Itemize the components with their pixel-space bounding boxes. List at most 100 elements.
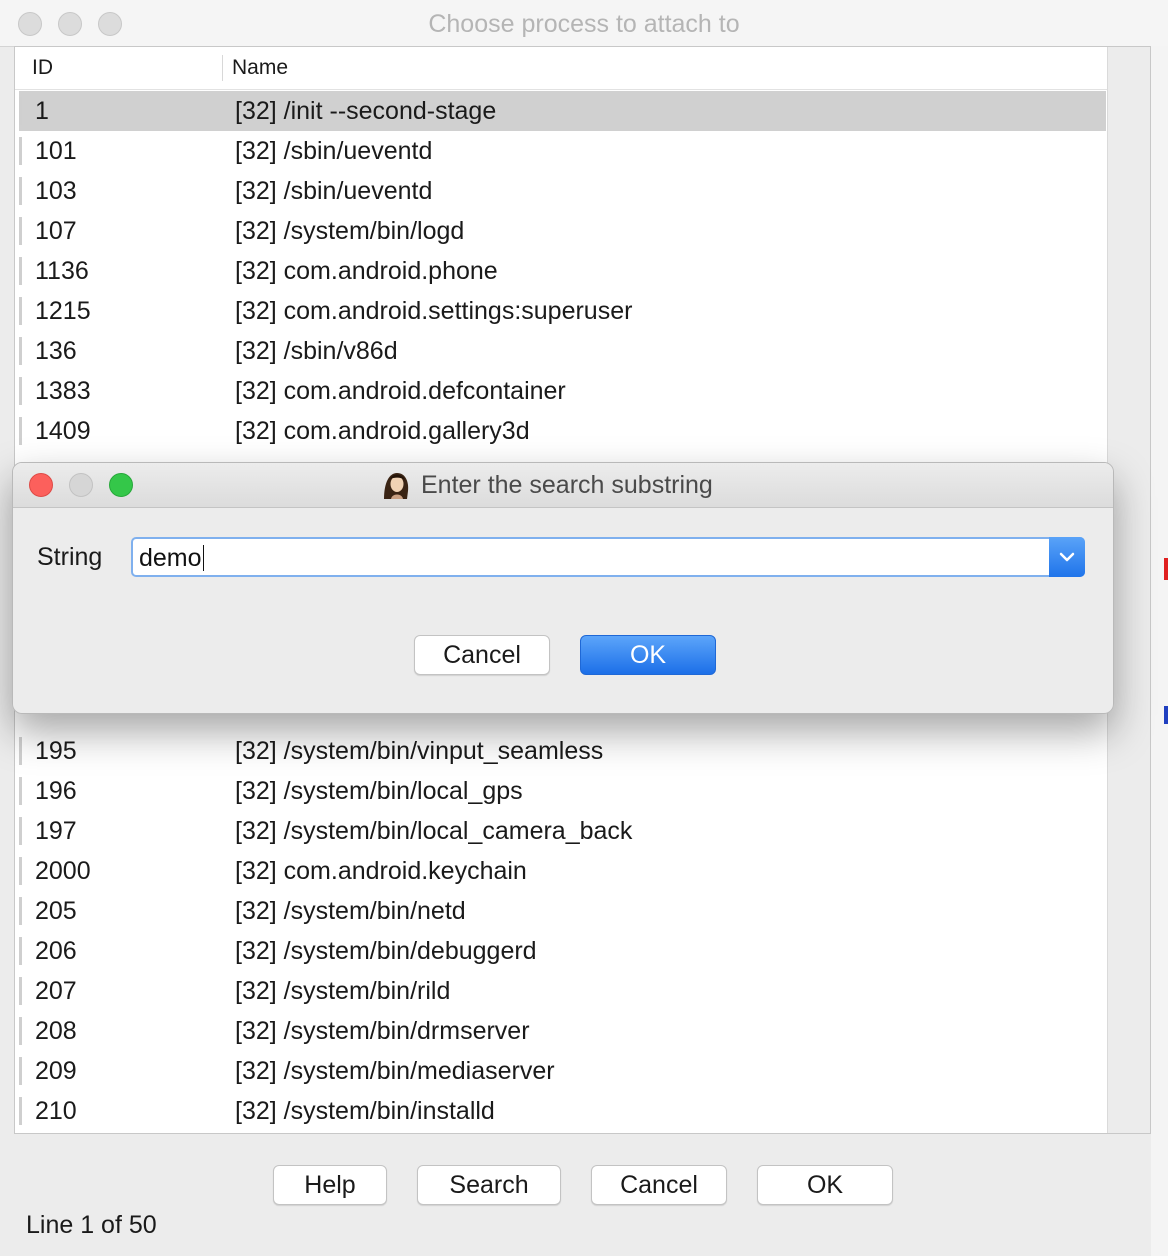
dialog-titlebar: Enter the search substring — [13, 463, 1113, 508]
dialog-zoom-button[interactable] — [109, 473, 133, 497]
row-margin — [19, 857, 22, 885]
row-margin — [19, 257, 22, 285]
process-id-cell: 205 — [35, 897, 77, 925]
dialog-title: Enter the search substring — [421, 471, 713, 499]
process-id-cell: 101 — [35, 137, 77, 165]
search-button[interactable]: Search — [417, 1165, 561, 1205]
window-titlebar: Choose process to attach to — [0, 0, 1168, 47]
table-row[interactable]: 197 [32] /system/bin/local_camera_back — [19, 811, 1106, 851]
process-id-cell: 1409 — [35, 417, 91, 445]
search-string-input[interactable]: demo — [139, 544, 204, 573]
process-name-cell: [32] /system/bin/rild — [235, 977, 451, 1005]
table-row[interactable]: 205 [32] /system/bin/netd — [19, 891, 1106, 931]
row-margin — [19, 377, 22, 405]
process-name-cell: [32] /system/bin/mediaserver — [235, 1057, 555, 1085]
text-caret — [202, 545, 204, 571]
row-margin — [19, 1057, 22, 1085]
window-title: Choose process to attach to — [428, 10, 740, 38]
process-id-cell: 195 — [35, 737, 77, 765]
row-margin — [19, 417, 22, 445]
dialog-minimize-button — [69, 473, 93, 497]
process-id-cell: 1136 — [35, 257, 89, 285]
background-window-edge — [1151, 46, 1168, 1256]
row-margin — [19, 737, 22, 765]
dialog-cancel-button[interactable]: Cancel — [414, 635, 550, 675]
process-id-cell: 136 — [35, 337, 77, 365]
row-margin — [19, 1017, 22, 1045]
table-row[interactable]: 195 [32] /system/bin/vinput_seamless — [19, 731, 1106, 771]
process-id-cell: 103 — [35, 177, 77, 205]
process-name-cell: [32] /system/bin/netd — [235, 897, 466, 925]
help-button[interactable]: Help — [273, 1165, 387, 1205]
column-divider[interactable] — [222, 55, 223, 81]
process-name-cell: [32] /system/bin/drmserver — [235, 1017, 530, 1045]
column-header-id[interactable]: ID — [32, 56, 53, 80]
dialog-close-button[interactable] — [29, 473, 53, 497]
process-id-cell: 2000 — [35, 857, 91, 885]
process-name-cell: [32] /system/bin/debuggerd — [235, 937, 537, 965]
table-row[interactable]: 2000 [32] com.android.keychain — [19, 851, 1106, 891]
process-name-cell: [32] /init --second-stage — [235, 97, 497, 125]
process-id-cell: 107 — [35, 217, 77, 245]
cancel-button[interactable]: Cancel — [591, 1165, 727, 1205]
edge-marker — [1164, 558, 1168, 580]
table-row[interactable]: 206 [32] /system/bin/debuggerd — [19, 931, 1106, 971]
row-margin — [19, 937, 22, 965]
table-row[interactable]: 136 [32] /sbin/v86d — [19, 331, 1106, 371]
combobox-dropdown-button[interactable] — [1049, 537, 1085, 577]
table-row[interactable]: 101 [32] /sbin/ueventd — [19, 131, 1106, 171]
dialog-ok-button[interactable]: OK — [580, 635, 716, 675]
process-id-cell: 207 — [35, 977, 77, 1005]
process-name-cell: [32] /system/bin/local_camera_back — [235, 817, 633, 845]
process-name-cell: [32] com.android.defcontainer — [235, 377, 566, 405]
row-margin — [19, 977, 22, 1005]
row-margin — [19, 177, 22, 205]
process-id-cell: 196 — [35, 777, 77, 805]
search-dialog: Enter the search substring String demo C… — [12, 462, 1114, 714]
row-margin — [19, 217, 22, 245]
process-id-cell: 1215 — [35, 297, 91, 325]
process-name-cell: [32] com.android.settings:superuser — [235, 297, 633, 325]
process-id-cell: 208 — [35, 1017, 77, 1045]
column-header-name[interactable]: Name — [232, 56, 288, 80]
table-row[interactable]: 207 [32] /system/bin/rild — [19, 971, 1106, 1011]
table-row[interactable]: 1 [32] /init --second-stage — [19, 91, 1106, 131]
process-id-cell: 206 — [35, 937, 77, 965]
table-row[interactable]: 107 [32] /system/bin/logd — [19, 211, 1106, 251]
row-margin — [19, 337, 22, 365]
row-margin — [19, 297, 22, 325]
process-name-cell: [32] /sbin/v86d — [235, 337, 398, 365]
process-name-cell: [32] /system/bin/logd — [235, 217, 465, 245]
edge-marker — [1164, 706, 1168, 724]
table-row[interactable]: 208 [32] /system/bin/drmserver — [19, 1011, 1106, 1051]
table-row[interactable]: 209 [32] /system/bin/mediaserver — [19, 1051, 1106, 1091]
table-row[interactable]: 1383 [32] com.android.defcontainer — [19, 371, 1106, 411]
table-row[interactable]: 196 [32] /system/bin/local_gps — [19, 771, 1106, 811]
process-name-cell: [32] /sbin/ueventd — [235, 137, 433, 165]
process-name-cell: [32] /system/bin/installd — [235, 1097, 495, 1125]
row-margin — [19, 137, 22, 165]
search-string-combobox[interactable]: demo — [131, 537, 1085, 577]
status-line: Line 1 of 50 — [26, 1211, 157, 1239]
table-row[interactable]: 210 [32] /system/bin/installd — [19, 1091, 1106, 1131]
chevron-down-icon — [1059, 552, 1075, 562]
table-header: ID Name — [15, 47, 1107, 90]
table-row[interactable]: 1215 [32] com.android.settings:superuser — [19, 291, 1106, 331]
table-row[interactable]: 1136 [32] com.android.phone — [19, 251, 1106, 291]
row-margin — [19, 1097, 22, 1125]
string-label: String — [37, 543, 103, 571]
process-id-cell: 1 — [35, 97, 49, 125]
process-name-cell: [32] com.android.gallery3d — [235, 417, 530, 445]
row-margin — [19, 777, 22, 805]
process-name-cell: [32] com.android.keychain — [235, 857, 527, 885]
process-id-cell: 209 — [35, 1057, 77, 1085]
table-row[interactable]: 1409 [32] com.android.gallery3d — [19, 411, 1106, 451]
process-name-cell: [32] com.android.phone — [235, 257, 498, 285]
ok-button[interactable]: OK — [757, 1165, 893, 1205]
process-name-cell: [32] /sbin/ueventd — [235, 177, 433, 205]
row-margin — [19, 817, 22, 845]
ida-app-icon — [384, 473, 409, 499]
table-row[interactable]: 103 [32] /sbin/ueventd — [19, 171, 1106, 211]
row-margin — [19, 97, 22, 125]
process-id-cell: 210 — [35, 1097, 77, 1125]
